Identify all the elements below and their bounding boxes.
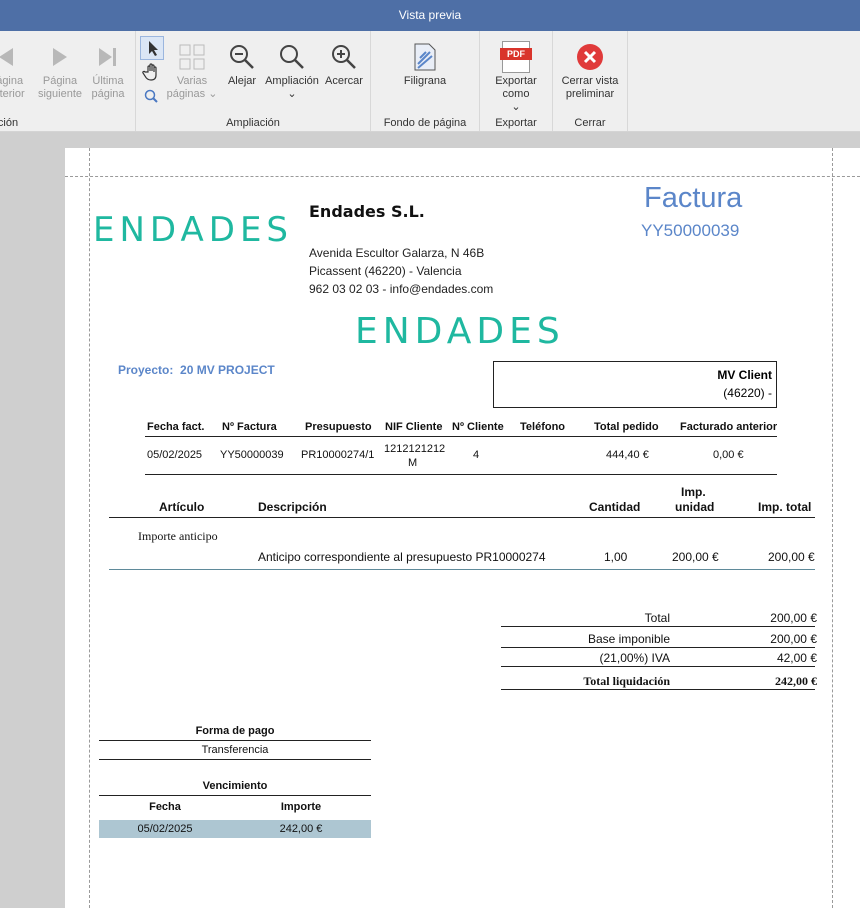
line-description: Anticipo correspondiente al presupuesto … xyxy=(258,550,546,564)
zoom-out-button[interactable]: Alejar xyxy=(224,39,260,88)
margin-top xyxy=(65,176,860,177)
pdf-icon: PDF xyxy=(500,41,532,73)
ribbon: Página anterior Página siguiente Última … xyxy=(0,31,860,132)
client-name: MV Client xyxy=(717,368,772,382)
zoom-button[interactable]: Ampliación ⌄ xyxy=(264,39,320,101)
prev-page-button[interactable]: Página anterior xyxy=(0,39,32,101)
background-group-label: Fondo de página xyxy=(383,117,467,129)
export-as-button[interactable]: PDF Exportar como ⌄ xyxy=(486,39,546,114)
next-page-button[interactable]: Página siguiente xyxy=(34,39,86,101)
zoom-in-icon xyxy=(332,45,356,69)
company-address: Avenida Escultor Galarza, N 46B Picassen… xyxy=(309,246,494,296)
arrow-right-icon xyxy=(53,48,67,66)
nav-group-label: Navegación xyxy=(0,117,19,129)
close-group-label: Cerrar xyxy=(574,117,606,129)
line-quantity: 1,00 xyxy=(604,550,628,564)
pdf-label: PDF xyxy=(500,48,532,60)
arrow-last-icon xyxy=(99,48,116,66)
magnifier-small-icon xyxy=(144,89,158,103)
export-group: PDF Exportar como ⌄ Exportar xyxy=(480,31,553,131)
arrow-left-icon xyxy=(0,48,13,66)
export-group-label: Exportar xyxy=(495,117,537,129)
close-group: Cerrar vista preliminar Cerrar xyxy=(553,31,628,131)
client-address: (46220) - xyxy=(723,386,772,400)
article-name: Importe anticipo xyxy=(138,529,218,543)
project-line: Proyecto: 20 MV PROJECT xyxy=(118,363,275,377)
zoom-group: Varias páginas ⌄ Alejar Ampliación ⌄ Acer… xyxy=(136,31,371,131)
pointer-tool-button[interactable] xyxy=(140,36,164,60)
zoom-in-button[interactable]: Acercar xyxy=(322,39,366,88)
background-group: Filigrana Fondo de página xyxy=(371,31,480,131)
nav-group: Página anterior Página siguiente Última … xyxy=(0,31,136,131)
last-page-button[interactable]: Última página xyxy=(88,39,128,101)
company-logo-large: ENDADES xyxy=(355,311,565,352)
hand-tool-button[interactable] xyxy=(141,61,163,83)
zoom-out-icon xyxy=(230,45,254,69)
document-number: YY50000039 xyxy=(641,221,740,240)
client-box: MV Client (46220) - xyxy=(493,361,777,408)
margin-right xyxy=(832,148,833,908)
multi-page-button[interactable]: Varias páginas ⌄ xyxy=(166,39,218,101)
zoom-icon xyxy=(280,45,304,69)
chevron-down-icon: ⌄ xyxy=(208,88,218,100)
watermark-button[interactable]: Filigrana xyxy=(381,39,469,88)
chevron-down-icon: ⌄ xyxy=(511,101,521,113)
line-unit-price: 200,00 € xyxy=(672,550,719,564)
invoice-page: ENDADES Endades S.L. Avenida Escultor Ga… xyxy=(65,148,860,908)
document-title: Factura xyxy=(644,182,743,214)
company-logo-small: ENDADES xyxy=(93,210,294,250)
zoom-tool-button[interactable] xyxy=(142,87,162,107)
close-preview-button[interactable]: Cerrar vista preliminar xyxy=(557,39,623,101)
hand-icon xyxy=(142,63,157,81)
window-title: Vista previa xyxy=(0,0,860,31)
chevron-down-icon: ⌄ xyxy=(287,88,297,100)
close-icon xyxy=(577,44,603,70)
pointer-icon xyxy=(149,41,158,56)
multi-page-icon xyxy=(179,44,205,70)
margin-left xyxy=(89,148,90,908)
company-name: Endades S.L. xyxy=(309,202,425,221)
zoom-group-label: Ampliación xyxy=(226,117,280,129)
line-total: 200,00 € xyxy=(768,550,815,564)
watermark-icon xyxy=(414,43,436,71)
